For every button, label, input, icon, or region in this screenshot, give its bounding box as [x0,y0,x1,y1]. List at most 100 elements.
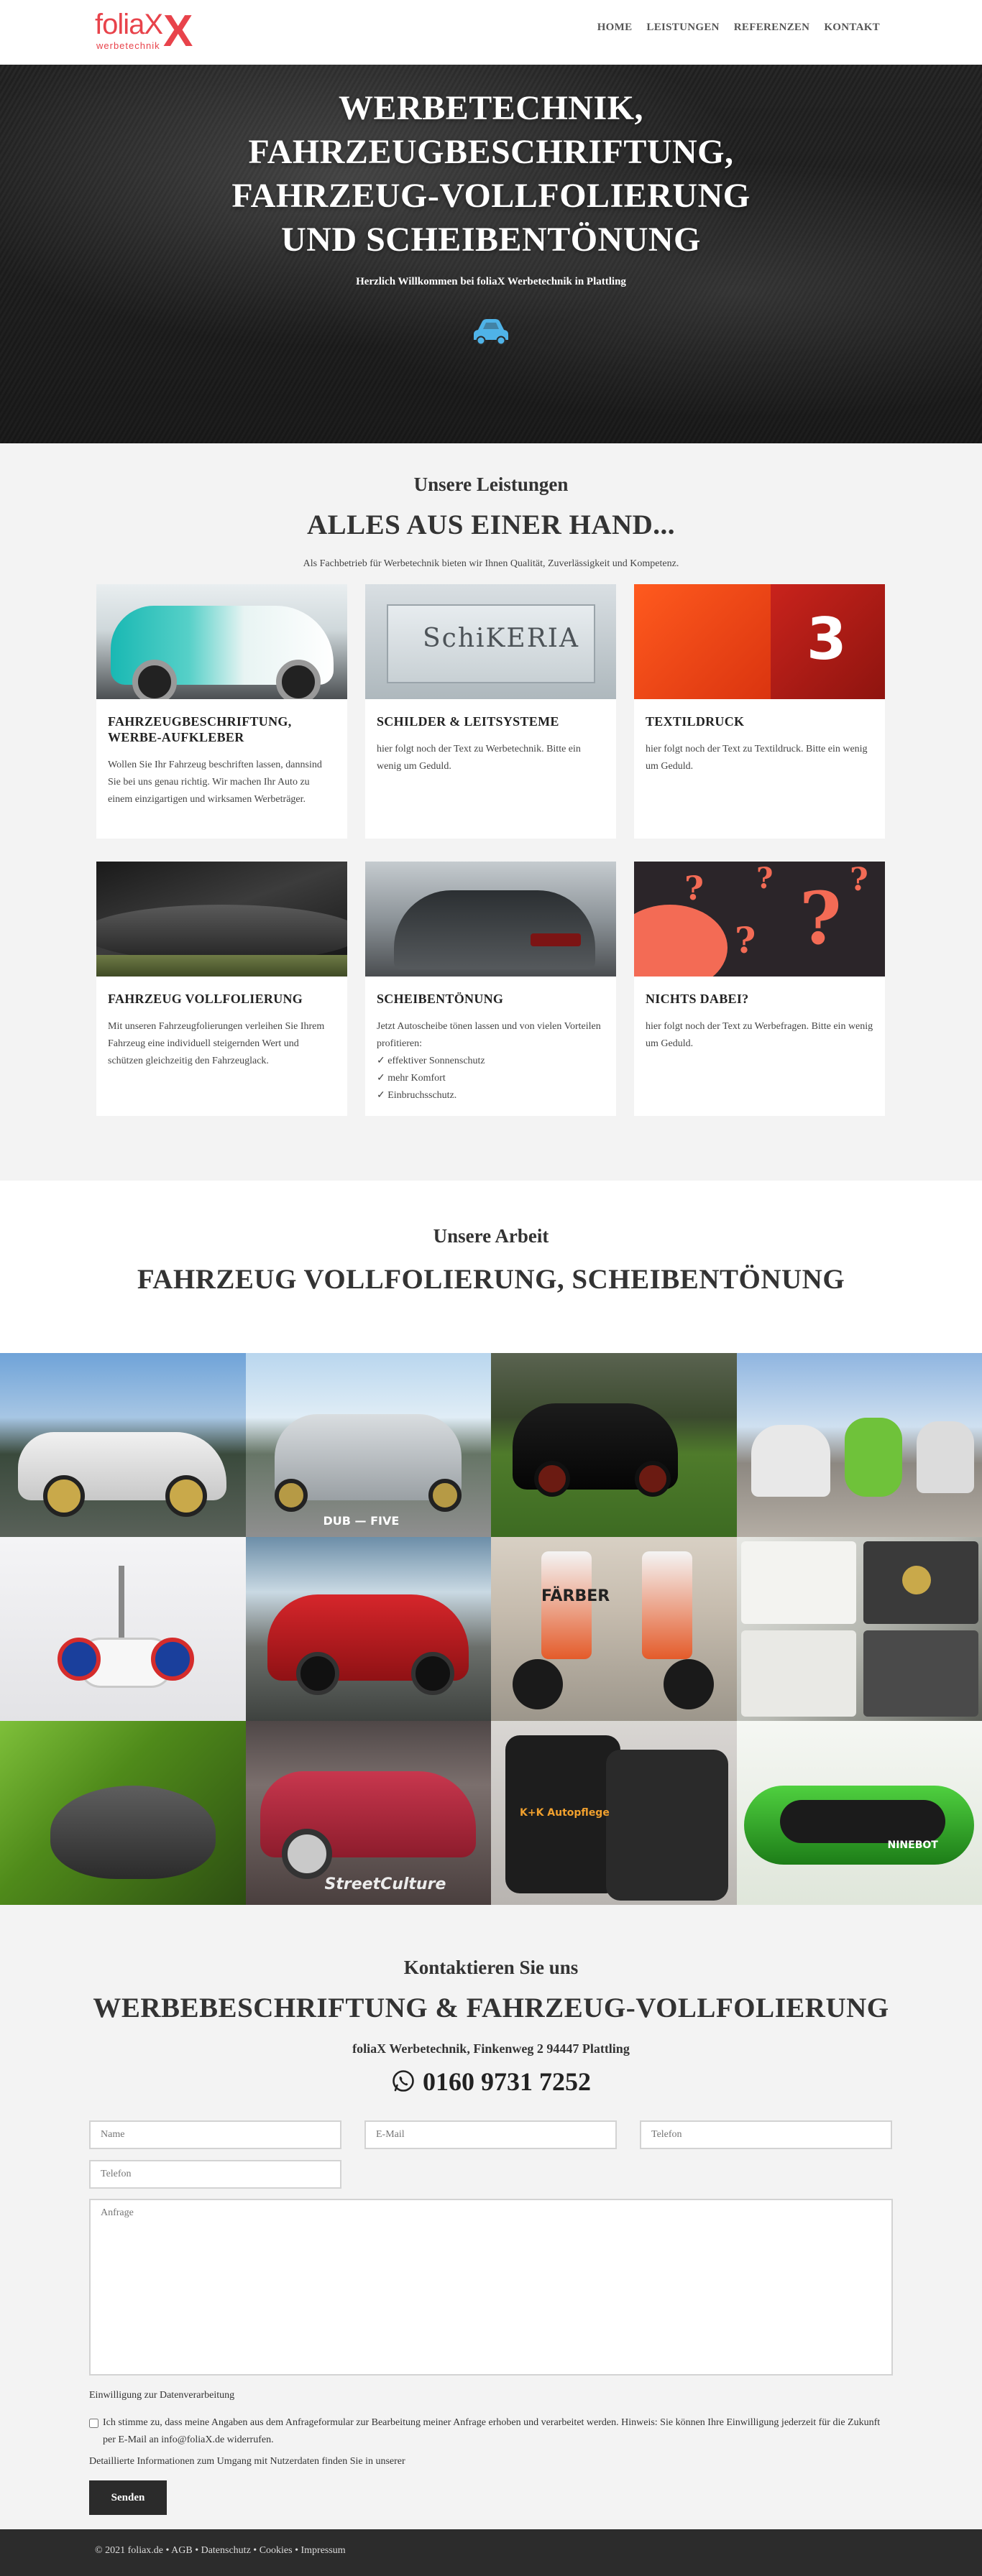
service-image [96,862,347,977]
contact-kicker: Kontaktieren Sie uns [0,1957,982,1979]
gallery-caption: K+K Autopflege [520,1807,610,1819]
question-mark: ? [735,919,756,961]
consent-checkbox[interactable] [89,2419,98,2428]
nav-referenzen[interactable]: REFERENZEN [734,22,810,34]
hero-title: WERBETECHNIK, FAHRZEUGBESCHRIFTUNG, FAHR… [0,86,982,262]
main-nav: HOME LEISTUNGEN REFERENZEN KONTAKT [597,22,880,34]
service-image [365,862,616,977]
message-field[interactable] [89,2199,893,2376]
gallery-image[interactable]: K+K Autopflege [491,1721,737,1905]
phone-link[interactable]: 0160 9731 7252 [391,2067,591,2097]
gallery-image[interactable]: StreetCulture [246,1721,492,1905]
service-card[interactable]: ? ? ? ? ? NICHTS DABEI? hier folgt noch … [634,862,885,1116]
service-card[interactable]: FAHRZEUG VOLLFOLIERUNG Mit unseren Fahrz… [96,862,347,1116]
nav-home[interactable]: HOME [597,22,633,34]
benefit-item: ✓ effektiver Sonnenschutz [377,1053,605,1070]
hero-banner: WERBETECHNIK, FAHRZEUGBESCHRIFTUNG, FAHR… [0,65,982,443]
send-button[interactable]: Senden [89,2480,167,2515]
service-card-text: Jetzt Autoscheibe tönen lassen und von v… [377,1018,605,1053]
name-field[interactable] [89,2120,341,2149]
hero-title-line: FAHRZEUGBESCHRIFTUNG, [0,130,982,174]
gallery-image[interactable] [0,1721,246,1905]
consent-text: Ich stimme zu, dass meine Angaben aus de… [103,2414,893,2449]
question-mark: ? [850,862,868,898]
gallery-image[interactable] [0,1353,246,1537]
reference-gallery: DUB — FIVE FÄRBER [0,1353,982,1905]
site-footer: © 2021 foliax.de • AGB • Datenschutz • C… [0,2529,982,2576]
sign-image-text: SchiKERIA [423,624,579,653]
consent-row: Ich stimme zu, dass meine Angaben aus de… [89,2414,893,2449]
gallery-image[interactable]: NINEBOT [737,1721,982,1905]
hero-title-line: FAHRZEUG-VOLLFOLIERUNG [0,174,982,218]
benefit-item: ✓ mehr Komfort [377,1070,605,1087]
logo-x-mark: X [163,9,193,55]
phone-number: 0160 9731 7252 [423,2067,591,2097]
gallery-caption: NINEBOT [888,1839,938,1851]
gallery-image[interactable] [246,1537,492,1721]
service-card[interactable]: SCHEIBENTÖNUNG Jetzt Autoscheibe tönen l… [365,862,616,1116]
brand-logo[interactable]: foliaX werbetechnik X [95,9,214,55]
service-card-title: TEXTILDRUCK [646,714,873,729]
benefit-list: ✓ effektiver Sonnenschutz ✓ mehr Komfort… [377,1053,605,1104]
service-card[interactable]: FAHRZEUGBESCHRIFTUNG, WERBE-AUFKLEBER Wo… [96,584,347,839]
service-image: ? ? ? ? ? [634,862,885,977]
service-card-title: FAHRZEUGBESCHRIFTUNG, WERBE-AUFKLEBER [108,714,336,745]
services-intro: Als Fachbetrieb für Werbetechnik bieten … [0,558,982,570]
question-mark: ? [799,876,842,961]
benefit-item: ✓ Einbruchsschutz. [377,1087,605,1104]
hero-title-line: UND SCHEIBENTÖNUNG [0,218,982,262]
car-icon[interactable] [472,317,510,346]
service-image [96,584,347,699]
service-card-title: FAHRZEUG VOLLFOLIERUNG [108,991,336,1007]
work-kicker: Unsere Arbeit [0,1225,982,1247]
services-section: Unsere Leistungen ALLES AUS EINER HAND..… [0,443,982,1181]
work-section: Unsere Arbeit FAHRZEUG VOLLFOLIERUNG, SC… [0,1181,982,1905]
phone-field[interactable] [640,2120,892,2149]
site-header: foliaX werbetechnik X HOME LEISTUNGEN RE… [0,0,982,65]
logo-wordmark: foliaX [95,9,162,40]
service-image: 3 [634,584,885,699]
service-card-text: hier folgt noch der Text zu Werbefragen.… [646,1018,873,1053]
service-card-text: Mit unseren Fahrzeugfolierungen verleihe… [108,1018,336,1070]
nav-kontakt[interactable]: KONTAKT [824,22,880,34]
gallery-caption: StreetCulture [325,1875,446,1893]
gallery-image[interactable] [737,1353,982,1537]
service-card-text: hier folgt noch der Text zu Textildruck.… [646,741,873,775]
service-card-title: SCHEIBENTÖNUNG [377,991,605,1007]
whatsapp-icon [391,2069,416,2094]
phone-field-secondary[interactable] [89,2160,341,2189]
work-title: FAHRZEUG VOLLFOLIERUNG, SCHEIBENTÖNUNG [0,1263,982,1296]
gallery-caption: DUB — FIVE [323,1514,400,1528]
gallery-image[interactable]: FÄRBER [491,1537,737,1721]
gallery-image[interactable] [0,1537,246,1721]
question-mark: ? [684,869,704,908]
logo-subline: werbetechnik [96,40,160,51]
services-kicker: Unsere Leistungen [0,474,982,496]
service-image: SchiKERIA [365,584,616,699]
hero-subtitle: Herzlich Willkommen bei foliaX Werbetech… [0,276,982,288]
gallery-image[interactable] [491,1353,737,1537]
question-mark: ? [756,862,773,895]
service-card[interactable]: SchiKERIA SCHILDER & LEITSYSTEME hier fo… [365,584,616,839]
company-address: foliaX Werbetechnik, Finkenweg 2 94447 P… [0,2041,982,2056]
shirt-number: 3 [807,606,847,673]
footer-links[interactable]: © 2021 foliax.de • AGB • Datenschutz • C… [95,2545,346,2556]
services-title: ALLES AUS EINER HAND... [0,509,982,541]
email-field[interactable] [364,2120,617,2149]
nav-leistungen[interactable]: LEISTUNGEN [646,22,719,34]
gallery-caption: FÄRBER [541,1587,610,1605]
contact-form: Einwilligung zur Datenverarbeitung Ich s… [89,2120,893,2515]
consent-heading: Einwilligung zur Datenverarbeitung [89,2390,893,2401]
services-grid: FAHRZEUGBESCHRIFTUNG, WERBE-AUFKLEBER Wo… [96,584,886,1116]
gallery-image[interactable]: DUB — FIVE [246,1353,492,1537]
service-card-title: SCHILDER & LEITSYSTEME [377,714,605,729]
contact-title: WERBEBESCHRIFTUNG & FAHRZEUG-VOLLFOLIERU… [0,1992,982,2024]
privacy-detail-text: Detaillierte Informationen zum Umgang mi… [89,2456,893,2467]
service-card-title: NICHTS DABEI? [646,991,873,1007]
gallery-image[interactable] [737,1537,982,1721]
hero-title-line: WERBETECHNIK, [0,86,982,130]
service-card-text: Wollen Sie Ihr Fahrzeug beschriften lass… [108,757,336,808]
contact-section: Kontaktieren Sie uns WERBEBESCHRIFTUNG &… [0,1905,982,2529]
service-card-text: hier folgt noch der Text zu Werbetechnik… [377,741,605,775]
service-card[interactable]: 3 TEXTILDRUCK hier folgt noch der Text z… [634,584,885,839]
